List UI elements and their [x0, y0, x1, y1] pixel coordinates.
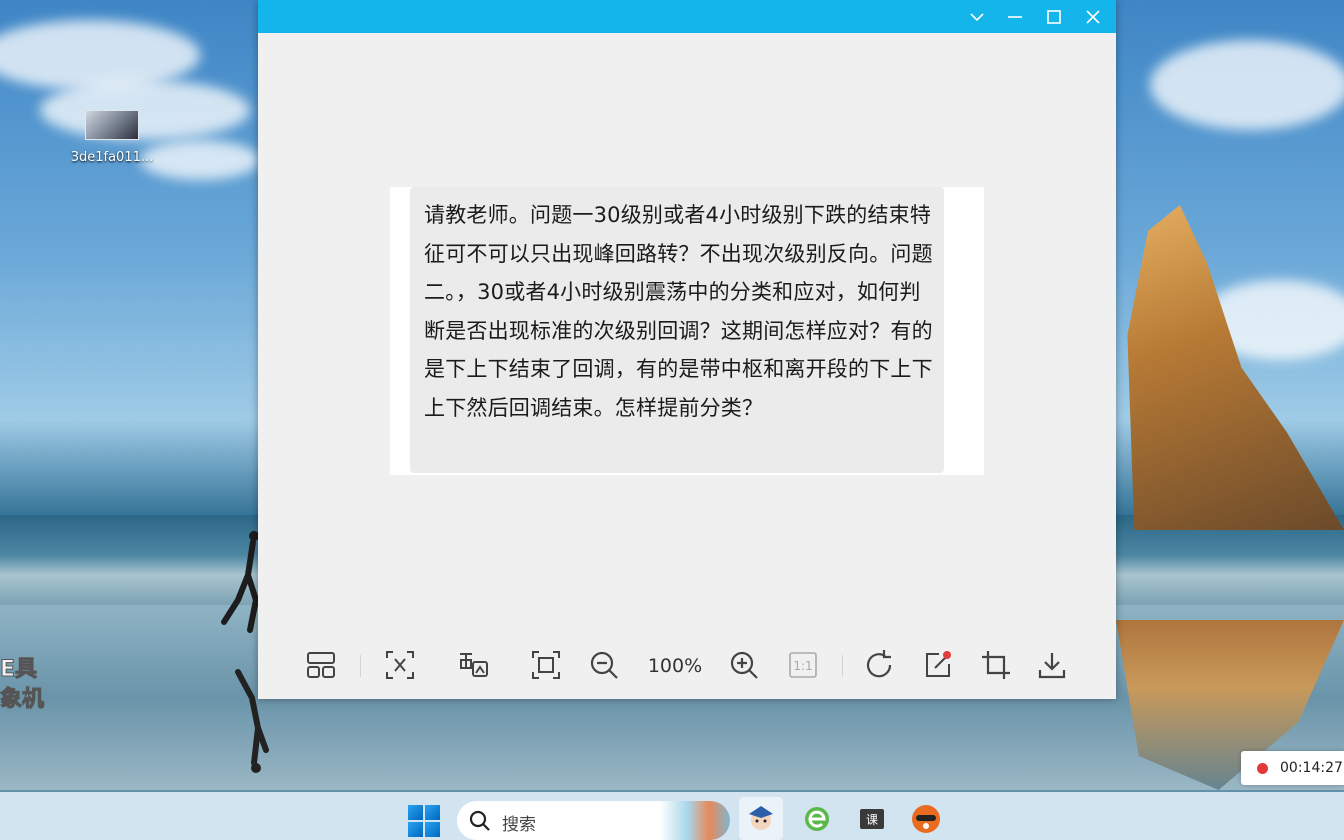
- cloud: [1150, 40, 1344, 130]
- image-viewer-window: 请教老师。问题一30级别或者4小时级别下跌的结束特征可不可以只出现峰回路转？不出…: [258, 0, 1116, 699]
- class-app-glyph: 课: [866, 813, 878, 827]
- viewer-toolbar: 100% 1:1: [258, 642, 1116, 688]
- class-app-icon[interactable]: 课: [850, 797, 894, 840]
- search-icon: [469, 810, 490, 831]
- start-tile: [425, 822, 440, 837]
- notification-dot: [943, 651, 951, 659]
- maximize-button[interactable]: [1035, 0, 1073, 33]
- crop-icon[interactable]: [978, 647, 1014, 683]
- thumbnail-icon[interactable]: [303, 647, 339, 683]
- taskbar: 搜索 课: [0, 792, 1344, 840]
- desktop-icon-video[interactable]: 3de1fa011...: [62, 110, 162, 165]
- displayed-image: 请教老师。问题一30级别或者4小时级别下跌的结束特征可不可以只出现峰回路转？不出…: [390, 187, 984, 475]
- browser-app-icon[interactable]: [795, 797, 839, 840]
- recording-time: 00:14:27: [1280, 760, 1343, 776]
- start-tile: [408, 805, 423, 820]
- question-text: 请教老师。问题一30级别或者4小时级别下跌的结束特征可不可以只出现峰回路转？不出…: [424, 203, 933, 420]
- minimize-button[interactable]: [996, 0, 1034, 33]
- actual-size-label: 1:1: [793, 659, 812, 673]
- recording-timer[interactable]: 00:14:27: [1241, 751, 1344, 785]
- search-placeholder: 搜索: [502, 815, 536, 835]
- titlebar[interactable]: [258, 0, 1116, 33]
- runner-silhouette: [221, 531, 260, 633]
- start-icon[interactable]: [408, 805, 440, 837]
- zoom-in-icon[interactable]: [726, 647, 762, 683]
- watermark-overlay: E具 象机: [0, 655, 45, 715]
- translate-icon[interactable]: [382, 647, 418, 683]
- toolbar-separator: [360, 655, 361, 677]
- watermark-line: 象机: [0, 687, 45, 713]
- record-dot-icon: [1257, 762, 1268, 774]
- sea-stack-rock: [1127, 205, 1344, 530]
- zoom-out-icon[interactable]: [586, 647, 622, 683]
- watermark-line: E具: [0, 657, 38, 683]
- mascot-app-icon[interactable]: [904, 797, 948, 840]
- zoom-level: 100%: [647, 655, 703, 677]
- desktop-icon-label: 3de1fa011...: [70, 150, 154, 165]
- cloud: [0, 20, 200, 90]
- ocr-icon[interactable]: [455, 647, 491, 683]
- chat-bubble: 请教老师。问题一30级别或者4小时级别下跌的结束特征可不可以只出现峰回路转？不出…: [410, 187, 944, 473]
- taskbar-search-box[interactable]: 搜索: [457, 801, 730, 840]
- avatar-app-icon[interactable]: [739, 797, 783, 840]
- toolbar-separator: [842, 655, 843, 677]
- actual-size-icon[interactable]: 1:1: [785, 647, 821, 683]
- fit-screen-icon[interactable]: [528, 647, 564, 683]
- edit-icon[interactable]: [920, 647, 956, 683]
- close-button[interactable]: [1074, 0, 1112, 33]
- start-tile: [408, 822, 423, 837]
- video-thumbnail: [85, 110, 139, 140]
- search-highlight-image: [660, 801, 730, 840]
- chevron-down-icon[interactable]: [958, 0, 996, 33]
- rotate-icon[interactable]: [862, 647, 898, 683]
- start-tile: [425, 805, 440, 820]
- download-icon[interactable]: [1034, 647, 1070, 683]
